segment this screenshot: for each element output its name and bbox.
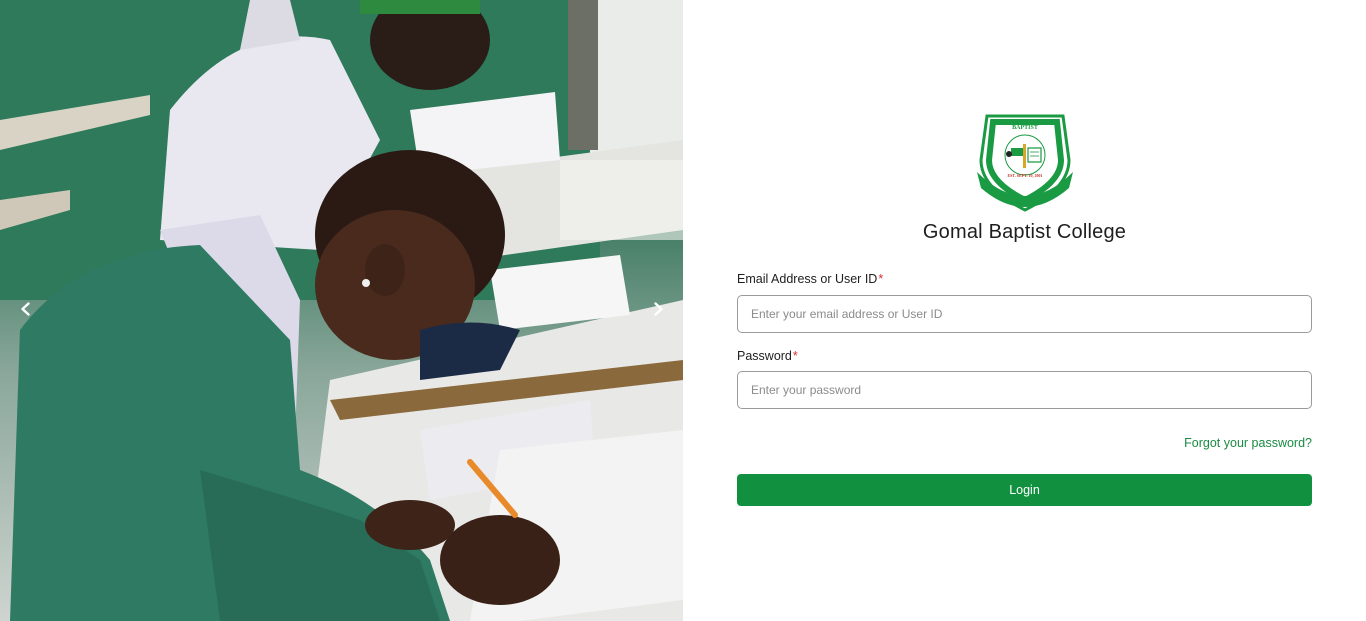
logo-est-text: EST. SEPT. 10, 2001 [1008,173,1043,178]
required-marker: * [792,349,798,363]
password-label: Password* [737,349,798,363]
password-label-text: Password [737,349,792,363]
school-crest-icon: EST. SEPT. 10, 2001 BAPTIST [977,114,1073,212]
forgot-password-link[interactable]: Forgot your password? [1184,436,1312,450]
login-panel: EST. SEPT. 10, 2001 BAPTIST Gomal Baptis… [683,0,1366,621]
carousel-next-button[interactable] [641,292,675,326]
email-label-text: Email Address or User ID [737,272,878,286]
email-label: Email Address or User ID* [737,272,883,286]
carousel-prev-button[interactable] [9,292,43,326]
carousel-photo-students-writing [0,0,683,621]
password-input[interactable] [737,371,1312,409]
image-carousel [0,0,683,621]
email-input[interactable] [737,295,1312,333]
chevron-left-icon [21,302,30,316]
required-marker: * [878,272,884,286]
svg-text:BAPTIST: BAPTIST [1012,125,1038,131]
school-name: Gomal Baptist College [922,221,1127,243]
chevron-right-icon [654,302,663,316]
login-button[interactable]: Login [737,474,1312,506]
